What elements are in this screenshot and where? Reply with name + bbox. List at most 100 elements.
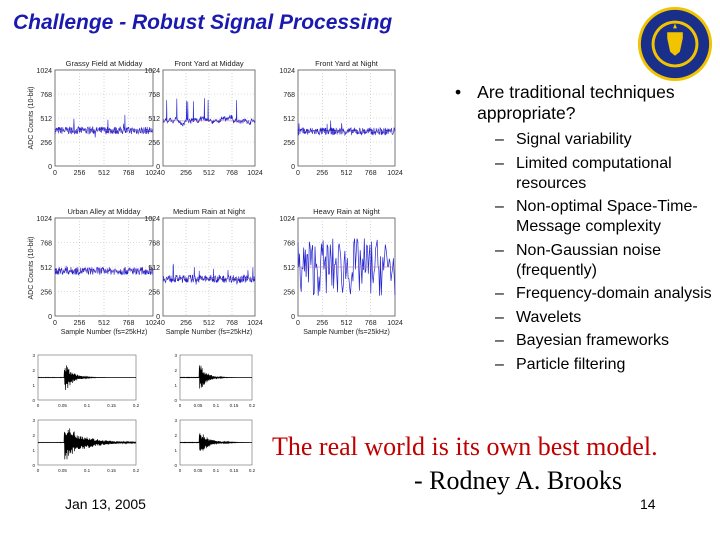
x-tick-label: 0 xyxy=(53,320,57,327)
y-tick-label: 0 xyxy=(291,164,295,171)
x-tick-label: 0.2 xyxy=(133,403,140,408)
dash-icon: – xyxy=(495,308,504,326)
y-tick-label: 0 xyxy=(32,398,35,403)
y-tick-label: 0 xyxy=(174,463,177,468)
y-tick-label: 768 xyxy=(283,241,295,248)
y-tick-label: 3 xyxy=(32,353,35,358)
x-tick-label: 0.2 xyxy=(249,403,256,408)
y-tick-label: 2 xyxy=(32,368,35,373)
bullet-list: • Are traditional techniques appropriate?… xyxy=(455,82,715,378)
y-tick-label: 768 xyxy=(148,241,160,248)
x-tick-label: 0.2 xyxy=(133,468,140,473)
x-tick-label: 0.05 xyxy=(194,468,203,473)
x-tick-label: 512 xyxy=(341,170,353,177)
x-tick-label: 512 xyxy=(203,170,215,177)
x-tick-label: 256 xyxy=(316,170,328,177)
y-tick-label: 256 xyxy=(283,290,295,297)
x-tick-label: 256 xyxy=(180,170,192,177)
sub-bullet-text: Non-optimal Space-Time-Message complexit… xyxy=(516,198,698,235)
dash-icon: – xyxy=(495,198,504,215)
y-tick-label: 256 xyxy=(148,140,160,147)
sub-bullet: – Limited computational resources xyxy=(495,154,715,194)
y-tick-label: 1 xyxy=(32,383,35,388)
x-tick-label: 256 xyxy=(74,170,86,177)
y-tick-label: 512 xyxy=(40,265,52,272)
y-tick-label: 1024 xyxy=(144,68,160,75)
x-tick-label: 512 xyxy=(98,170,110,177)
x-tick-label: 768 xyxy=(123,170,135,177)
x-tick-label: 1024 xyxy=(145,170,161,177)
quote-author: - Rodney A. Brooks xyxy=(414,466,622,495)
y-tick-label: 0 xyxy=(156,314,160,321)
x-tick-label: 0 xyxy=(296,170,300,177)
y-tick-label: 512 xyxy=(283,265,295,272)
y-tick-label: 0 xyxy=(32,463,35,468)
x-tick-label: 0.1 xyxy=(213,468,220,473)
y-tick-label: 1024 xyxy=(279,68,295,75)
y-tick-label: 1024 xyxy=(279,216,295,223)
x-tick-label: 1024 xyxy=(247,320,263,327)
y-tick-label: 768 xyxy=(40,92,52,99)
y-tick-label: 0 xyxy=(174,398,177,403)
y-tick-label: 0 xyxy=(48,314,52,321)
x-tick-label: 256 xyxy=(74,320,86,327)
sub-bullet-text: Limited computational resources xyxy=(516,154,672,192)
sub-bullet: – Non-Gaussian noise (frequently) xyxy=(495,241,715,281)
x-tick-label: 0.05 xyxy=(194,403,203,408)
page-number: 14 xyxy=(640,496,656,512)
x-axis-label: Sample Number (fs=25kHz) xyxy=(166,329,253,336)
sub-bullet: – Wavelets xyxy=(495,308,715,328)
y-tick-label: 3 xyxy=(32,418,35,423)
plot-title: Grassy Field at Midday xyxy=(66,59,143,68)
x-tick-label: 0.2 xyxy=(249,468,256,473)
plot-title: Urban Alley at Midday xyxy=(68,207,141,216)
x-tick-label: 0.1 xyxy=(84,403,91,408)
y-tick-label: 0 xyxy=(48,164,52,171)
y-tick-label: 1024 xyxy=(36,68,52,75)
x-tick-label: 768 xyxy=(365,170,377,177)
dash-icon: – xyxy=(495,241,504,259)
x-tick-label: 0.15 xyxy=(230,468,239,473)
y-tick-label: 512 xyxy=(148,116,160,123)
y-tick-label: 768 xyxy=(283,92,295,99)
x-tick-label: 1024 xyxy=(145,320,161,327)
dash-icon: – xyxy=(495,332,504,349)
x-tick-label: 0.1 xyxy=(84,468,91,473)
y-tick-label: 512 xyxy=(283,116,295,123)
sub-bullet: – Particle filtering xyxy=(495,355,715,375)
sub-bullet: – Bayesian frameworks xyxy=(495,331,715,351)
sub-bullet: – Frequency-domain analysis xyxy=(495,284,715,304)
y-tick-label: 3 xyxy=(174,353,177,358)
y-tick-label: 2 xyxy=(174,368,177,373)
x-tick-label: 0 xyxy=(37,403,40,408)
x-tick-label: 0 xyxy=(179,468,182,473)
y-tick-label: 1 xyxy=(174,448,177,453)
sub-bullet-text: Non-Gaussian noise (frequently) xyxy=(516,241,661,279)
x-tick-label: 0 xyxy=(179,403,182,408)
x-tick-label: 0.05 xyxy=(58,468,67,473)
x-tick-label: 0.15 xyxy=(230,403,239,408)
bullet-main: Are traditional techniques appropriate? xyxy=(477,82,675,123)
y-tick-label: 1 xyxy=(174,383,177,388)
sub-bullet-text: Wavelets xyxy=(516,308,582,326)
y-axis-label: ADC Counts (10-bit) xyxy=(28,236,35,299)
x-tick-label: 0.15 xyxy=(107,468,116,473)
bullet-icon: • xyxy=(455,82,462,102)
dash-icon: – xyxy=(495,285,504,302)
y-tick-label: 256 xyxy=(148,290,160,297)
dash-icon: – xyxy=(495,131,504,148)
x-tick-label: 0 xyxy=(161,170,165,177)
x-axis-label: Sample Number (fs=25kHz) xyxy=(303,329,390,336)
x-tick-label: 768 xyxy=(365,320,377,327)
x-tick-label: 1024 xyxy=(387,170,403,177)
dash-icon: – xyxy=(495,154,504,172)
x-tick-label: 0 xyxy=(296,320,300,327)
sub-bullet-text: Signal variability xyxy=(516,131,632,148)
plot-title: Front Yard at Midday xyxy=(174,59,244,68)
x-tick-label: 1024 xyxy=(247,170,263,177)
y-tick-label: 768 xyxy=(40,241,52,248)
x-tick-label: 0 xyxy=(161,320,165,327)
plot-title: Medium Rain at Night xyxy=(173,207,246,216)
sub-bullet-text: Particle filtering xyxy=(516,355,626,373)
x-tick-label: 0 xyxy=(53,170,57,177)
